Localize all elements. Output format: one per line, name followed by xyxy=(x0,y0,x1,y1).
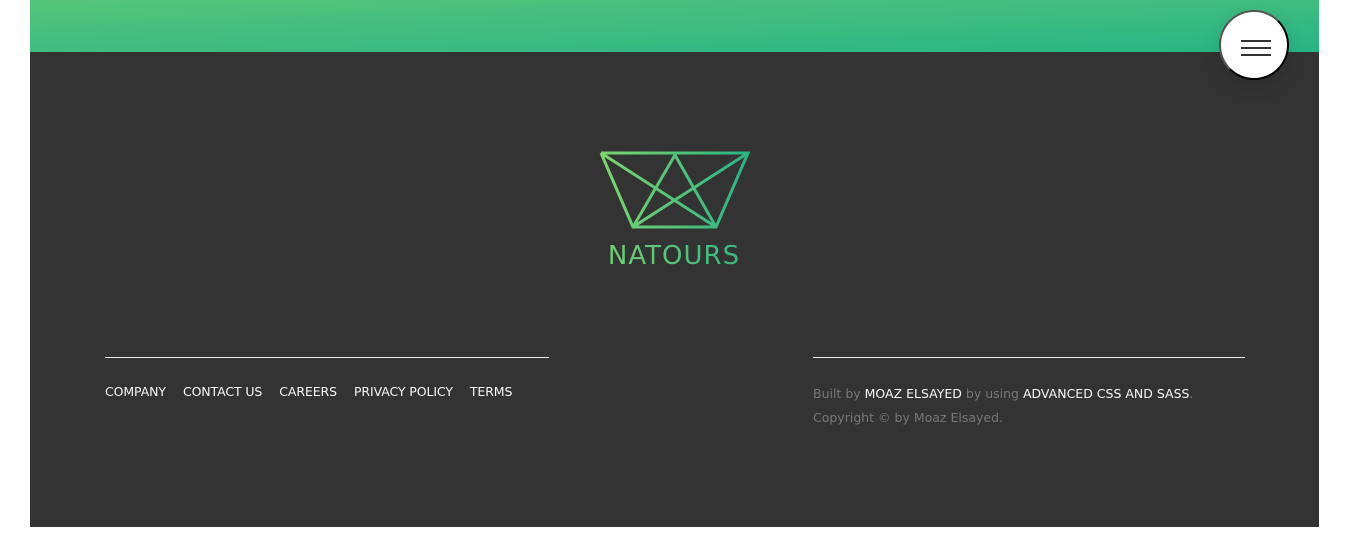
footer-link-company[interactable]: COMPANY xyxy=(105,383,166,400)
built-by-prefix: Built by xyxy=(813,386,861,401)
author-link[interactable]: MOAZ ELSAYED xyxy=(865,386,962,401)
crown-icon xyxy=(598,150,750,232)
footer-navigation: COMPANY CONTACT US CAREERS PRIVACY POLIC… xyxy=(105,357,549,400)
header-gradient-band xyxy=(30,0,1319,52)
footer-credits: Built by MOAZ ELSAYED by using ADVANCED … xyxy=(813,357,1245,430)
course-link[interactable]: ADVANCED CSS AND SASS xyxy=(1023,386,1190,401)
footer xyxy=(30,52,1319,527)
footer-link-contact-us[interactable]: CONTACT US xyxy=(183,383,262,400)
by-using-text: by using xyxy=(965,386,1019,401)
footer-link-privacy-policy[interactable]: PRIVACY POLICY xyxy=(354,383,453,400)
footer-link-careers[interactable]: CAREERS xyxy=(279,383,337,400)
hamburger-icon-top-line xyxy=(1241,40,1271,42)
copyright-text: Copyright © by Moaz Elsayed. xyxy=(813,410,1003,425)
page: NATOURS COMPANY CONTACT US CAREERS PRIVA… xyxy=(0,0,1345,553)
menu-button[interactable] xyxy=(1219,10,1289,80)
footer-link-terms[interactable]: TERMS xyxy=(470,383,513,400)
brand-name: NATOURS xyxy=(574,238,774,274)
hamburger-icon-middle-line xyxy=(1241,47,1271,49)
hamburger-icon-bottom-line xyxy=(1241,54,1271,56)
credits-period: . xyxy=(1189,386,1194,401)
